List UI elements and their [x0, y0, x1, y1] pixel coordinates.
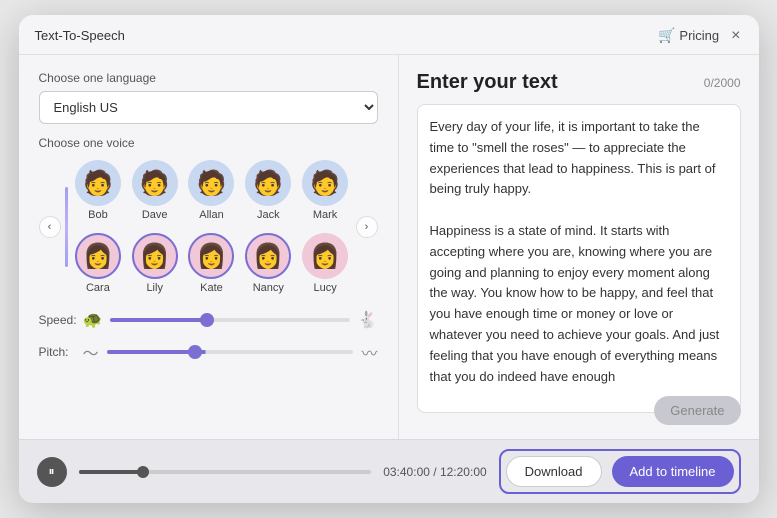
- text-area[interactable]: Every day of your life, it is important …: [417, 104, 741, 413]
- speed-slow-icon: 🐢: [83, 310, 103, 330]
- voice-grid-wrapper: ‹ 🧑 Bob 🧑 Dave 🧑: [39, 156, 378, 298]
- pricing-label: Pricing: [679, 28, 719, 43]
- voice-avatar-cara: 👩: [75, 233, 121, 279]
- char-count: 0/2000: [704, 76, 741, 90]
- pause-icon: ⏸: [48, 464, 54, 479]
- pricing-link[interactable]: 🛒 Pricing: [658, 27, 719, 44]
- voice-label-lucy: Lucy: [313, 282, 336, 294]
- progress-fill: [79, 470, 143, 474]
- voice-label-dave: Dave: [142, 209, 168, 221]
- download-button[interactable]: Download: [506, 456, 602, 487]
- titlebar: Text-To-Speech 🛒 Pricing ×: [19, 15, 759, 55]
- voice-avatar-lucy: 👩: [302, 233, 348, 279]
- next-voice-arrow[interactable]: ›: [356, 216, 378, 238]
- progress-dot: [137, 466, 149, 478]
- voice-label-allan: Allan: [199, 209, 223, 221]
- voice-grid: 🧑 Bob 🧑 Dave 🧑 Allan 🧑: [72, 156, 352, 298]
- titlebar-right: 🛒 Pricing ×: [658, 27, 743, 44]
- main-content: Choose one language English US Choose on…: [19, 55, 759, 439]
- voice-item-lily[interactable]: 👩 Lily: [128, 229, 181, 298]
- speed-row: Speed: 🐢 🐇: [39, 310, 378, 330]
- time-total: 12:20:00: [440, 465, 487, 479]
- modal-title: Text-To-Speech: [35, 28, 125, 43]
- voice-item-nancy[interactable]: 👩 Nancy: [242, 229, 295, 298]
- add-timeline-button[interactable]: Add to timeline: [612, 456, 734, 487]
- pitch-label: Pitch:: [39, 345, 75, 359]
- speed-slider[interactable]: [110, 318, 349, 322]
- voice-item-cara[interactable]: 👩 Cara: [72, 229, 125, 298]
- voice-avatar-lily: 👩: [132, 233, 178, 279]
- voice-item-bob[interactable]: 🧑 Bob: [72, 156, 125, 225]
- voice-label-mark: Mark: [313, 209, 337, 221]
- close-button[interactable]: ×: [729, 28, 742, 44]
- progress-bar[interactable]: [79, 470, 372, 474]
- voice-label-kate: Kate: [200, 282, 223, 294]
- voice-avatar-nancy: 👩: [245, 233, 291, 279]
- time-separator: /: [433, 465, 436, 479]
- voice-label-cara: Cara: [86, 282, 110, 294]
- speed-label: Speed:: [39, 313, 75, 327]
- time-display: 03:40:00 / 12:20:00: [383, 465, 486, 479]
- tts-modal: Text-To-Speech 🛒 Pricing × Choose one la…: [19, 15, 759, 503]
- voice-avatar-mark: 🧑: [302, 160, 348, 206]
- language-section-label: Choose one language: [39, 71, 378, 85]
- voice-avatar-jack: 🧑: [245, 160, 291, 206]
- cart-icon: 🛒: [658, 27, 675, 44]
- generate-button[interactable]: Generate: [654, 396, 740, 425]
- voice-item-kate[interactable]: 👩 Kate: [185, 229, 238, 298]
- text-content: Every day of your life, it is important …: [430, 117, 728, 200]
- pause-button[interactable]: ⏸: [37, 457, 67, 487]
- voice-section-label: Choose one voice: [39, 136, 378, 150]
- voice-label-nancy: Nancy: [253, 282, 284, 294]
- text-content-2: Happiness is a state of mind. It starts …: [430, 221, 728, 387]
- pitch-slider[interactable]: [107, 350, 354, 354]
- voice-item-mark[interactable]: 🧑 Mark: [299, 156, 352, 225]
- voice-item-allan[interactable]: 🧑 Allan: [185, 156, 238, 225]
- voice-label-bob: Bob: [88, 209, 108, 221]
- voice-avatar-dave: 🧑: [132, 160, 178, 206]
- pitch-high-icon: 〰: [361, 340, 377, 364]
- voice-item-dave[interactable]: 🧑 Dave: [128, 156, 181, 225]
- voice-label-lily: Lily: [146, 282, 163, 294]
- time-current: 03:40:00: [383, 465, 430, 479]
- language-select[interactable]: English US: [39, 91, 378, 124]
- bottom-actions: Download Add to timeline: [499, 449, 741, 494]
- voice-section: Choose one voice ‹ 🧑 Bob 🧑 Dave: [39, 136, 378, 298]
- speed-fast-icon: 🐇: [358, 310, 378, 330]
- voice-separator: [65, 187, 68, 267]
- left-panel: Choose one language English US Choose on…: [19, 55, 399, 439]
- bottom-bar: ⏸ 03:40:00 / 12:20:00 Download Add to ti…: [19, 439, 759, 503]
- voice-avatar-kate: 👩: [188, 233, 234, 279]
- pitch-low-icon: 〜: [83, 340, 99, 364]
- voice-item-lucy[interactable]: 👩 Lucy: [299, 229, 352, 298]
- voice-avatar-bob: 🧑: [75, 160, 121, 206]
- pitch-row: Pitch: 〜 〰: [39, 340, 378, 364]
- right-panel: Enter your text 0/2000 Every day of your…: [399, 55, 759, 439]
- voice-label-jack: Jack: [257, 209, 280, 221]
- language-section: Choose one language English US: [39, 71, 378, 124]
- speed-pitch-section: Speed: 🐢 🐇 Pitch: 〜 〰: [39, 310, 378, 364]
- text-title: Enter your text: [417, 71, 558, 94]
- voice-item-jack[interactable]: 🧑 Jack: [242, 156, 295, 225]
- text-header: Enter your text 0/2000: [417, 71, 741, 94]
- prev-voice-arrow[interactable]: ‹: [39, 216, 61, 238]
- voice-avatar-allan: 🧑: [188, 160, 234, 206]
